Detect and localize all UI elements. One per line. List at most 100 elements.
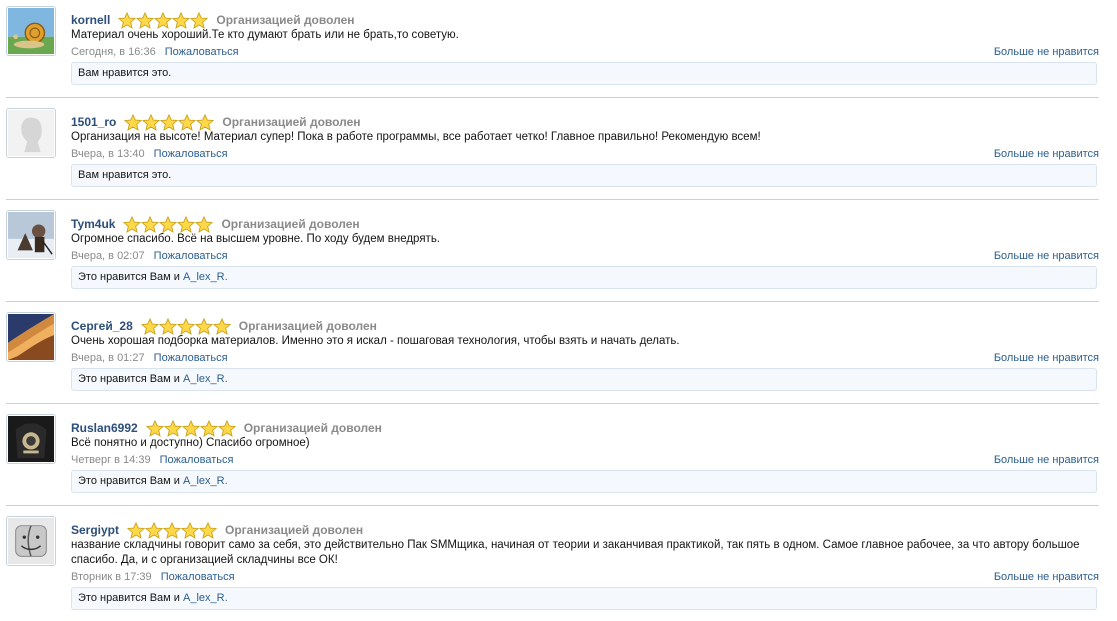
snail-avatar-icon[interactable]: [6, 6, 56, 56]
comment-time[interactable]: Вторник в 17:39: [71, 571, 152, 583]
star-icon: [212, 317, 231, 335]
likes-box: Это нравится Вам и A_lex_R.: [71, 266, 1097, 289]
comment-message: Организация на высоте! Материал супер! П…: [71, 131, 761, 143]
comment-message: Огромное спасибо. Всё на высшем уровне. …: [71, 233, 440, 245]
rating-stars: [126, 521, 218, 539]
comment-header: Sergiypt Организацией доволен: [71, 521, 363, 539]
default-avatar-icon[interactable]: [6, 108, 56, 158]
liker-link[interactable]: A_lex_R.: [183, 271, 228, 283]
star-icon: [178, 113, 197, 131]
star-icon: [136, 11, 155, 29]
star-icon: [194, 317, 213, 335]
star-icon: [181, 419, 200, 437]
star-icon: [160, 113, 179, 131]
comment-message: Материал очень хороший.Те кто думают бра…: [71, 29, 459, 41]
rating-text: Организацией доволен: [243, 421, 382, 435]
username-link[interactable]: Ruslan6992: [71, 421, 138, 435]
comment-time[interactable]: Четверг в 14:39: [71, 454, 151, 466]
comment-message: Всё понятно и доступно) Спасибо огромное…: [71, 437, 310, 449]
unlike-link[interactable]: Больше не нравится: [994, 250, 1099, 262]
star-icon: [172, 11, 191, 29]
unlike-link[interactable]: Больше не нравится: [994, 454, 1099, 466]
star-icon: [140, 317, 159, 335]
star-icon: [162, 521, 182, 539]
comment-time[interactable]: Вчера, в 02:07: [71, 250, 145, 262]
finder-avatar-icon[interactable]: [6, 516, 56, 566]
report-link[interactable]: Пожаловаться: [161, 571, 235, 583]
star-icon: [145, 419, 164, 437]
comment-header: 1501_ro Организацией доволен: [71, 113, 361, 131]
star-icon: [144, 521, 164, 539]
likes-box: Это нравится Вам и A_lex_R.: [71, 587, 1097, 610]
likes-text: Это нравится Вам и: [78, 475, 183, 487]
liker-link[interactable]: A_lex_R.: [183, 475, 228, 487]
comment-header: Tym4uk Организацией доволен: [71, 215, 360, 233]
comment-info: Вчера, в 01:27 Пожаловаться: [71, 352, 228, 364]
rating-stars: [124, 113, 215, 131]
star-icon: [159, 215, 178, 233]
landscape-avatar-icon[interactable]: [6, 312, 56, 362]
report-link[interactable]: Пожаловаться: [154, 250, 228, 262]
username-link[interactable]: Tym4uk: [71, 217, 115, 231]
likes-text: Вам нравится это.: [78, 169, 172, 181]
likes-text: Это нравится Вам и: [78, 373, 183, 385]
star-icon: [217, 419, 236, 437]
username-link[interactable]: Sergiypt: [71, 523, 119, 537]
star-icon: [158, 317, 177, 335]
report-link[interactable]: Пожаловаться: [160, 454, 234, 466]
report-link[interactable]: Пожаловаться: [154, 148, 228, 160]
star-icon: [163, 419, 182, 437]
star-icon: [154, 11, 173, 29]
star-icon: [176, 317, 195, 335]
photo-avatar-icon[interactable]: [6, 210, 56, 260]
likes-box: Это нравится Вам и A_lex_R.: [71, 368, 1097, 391]
star-icon: [190, 11, 209, 29]
star-icon: [123, 215, 142, 233]
liker-link[interactable]: A_lex_R.: [183, 592, 228, 604]
rating-stars: [140, 317, 231, 335]
likes-text: Вам нравится это.: [78, 67, 172, 79]
rating-text: Организацией доволен: [222, 115, 361, 129]
comment-info: Сегодня, в 16:36 Пожаловаться: [71, 46, 239, 58]
rating-text: Организацией доволен: [216, 13, 355, 27]
divider: [6, 301, 1099, 302]
comment-info: Вчера, в 02:07 Пожаловаться: [71, 250, 228, 262]
username-link[interactable]: Сергей_28: [71, 319, 133, 333]
comment-message: Очень хорошая подборка материалов. Именн…: [71, 335, 680, 347]
divider: [6, 505, 1099, 506]
comment-message: название складчины говорит само за себя,…: [71, 539, 1080, 566]
comment-time[interactable]: Вчера, в 13:40: [71, 148, 145, 160]
rating-stars: [123, 215, 214, 233]
rating-stars: [145, 419, 236, 437]
unlike-link[interactable]: Больше не нравится: [994, 352, 1099, 364]
divider: [6, 97, 1099, 98]
unlike-link[interactable]: Больше не нравится: [994, 46, 1099, 58]
star-icon: [141, 215, 160, 233]
unlike-link[interactable]: Больше не нравится: [994, 148, 1099, 160]
comment-time[interactable]: Сегодня, в 16:36: [71, 46, 156, 58]
likes-box: Вам нравится это.: [71, 62, 1097, 85]
likes-text: Это нравится Вам и: [78, 271, 183, 283]
username-link[interactable]: 1501_ro: [71, 115, 116, 129]
star-icon: [142, 113, 161, 131]
liker-link[interactable]: A_lex_R.: [183, 373, 228, 385]
rating-text: Организацией доволен: [225, 523, 364, 537]
star-icon: [118, 11, 137, 29]
unlike-link[interactable]: Больше не нравится: [994, 571, 1099, 583]
username-link[interactable]: kornell: [71, 13, 110, 27]
star-icon: [196, 113, 215, 131]
comment-info: Вторник в 17:39 Пожаловаться: [71, 571, 235, 583]
comment-header: Ruslan6992 Организацией доволен: [71, 419, 382, 437]
star-icon: [177, 215, 196, 233]
star-icon: [124, 113, 143, 131]
likes-box: Это нравится Вам и A_lex_R.: [71, 470, 1097, 493]
divider: [6, 403, 1099, 404]
report-link[interactable]: Пожаловаться: [165, 46, 239, 58]
comment-time[interactable]: Вчера, в 01:27: [71, 352, 145, 364]
likes-box: Вам нравится это.: [71, 164, 1097, 187]
star-icon: [126, 521, 146, 539]
star-icon: [180, 521, 200, 539]
shirt-avatar-icon[interactable]: [6, 414, 56, 464]
report-link[interactable]: Пожаловаться: [154, 352, 228, 364]
star-icon: [199, 419, 218, 437]
